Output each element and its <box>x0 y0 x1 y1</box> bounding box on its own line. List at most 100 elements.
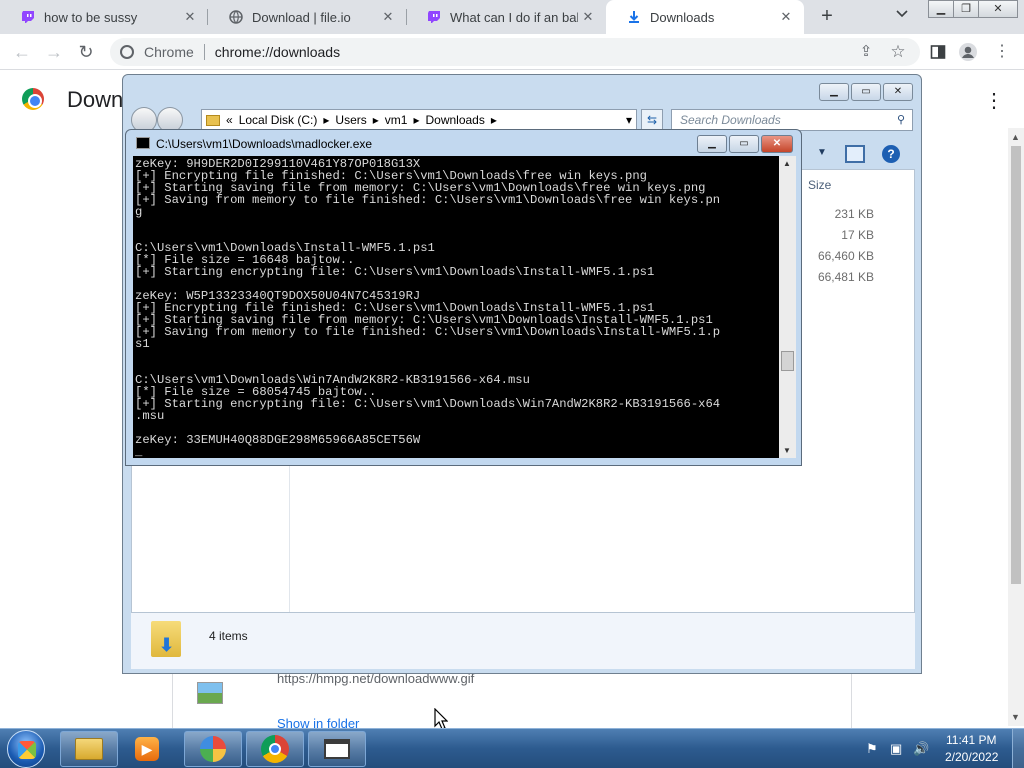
page-scrollbar[interactable]: ▲ ▼ <box>1008 128 1024 726</box>
close-window-icon[interactable]: ✕ <box>978 0 1018 18</box>
tab-how-to-be-sussy[interactable]: how to be sussy ✕ <box>0 0 208 34</box>
help-icon[interactable]: ? <box>882 145 900 163</box>
clock-date[interactable]: 2/20/2022 <box>945 750 998 764</box>
console-line: [+] Starting encrypting file: C:\Users\v… <box>135 265 655 279</box>
breadcrumb-item[interactable]: vm1 <box>385 113 408 127</box>
console-icon <box>136 137 150 149</box>
console-line: [+] Saving from memory to file finished:… <box>135 325 721 339</box>
twitch-icon <box>426 9 442 25</box>
scroll-thumb[interactable] <box>1011 146 1021 584</box>
taskbar: ▶ ⚑ ▣ 🔊 <box>0 728 1024 768</box>
overflow-chevron-icon[interactable]: « <box>226 113 233 127</box>
page-menu-icon[interactable]: ⋮ <box>984 88 1004 113</box>
view-dropdown-icon[interactable]: ▼ <box>817 147 827 158</box>
restore-icon[interactable]: ❐ <box>953 0 979 18</box>
media-player-icon: ▶ <box>135 737 159 761</box>
minimize-icon[interactable]: ▁ <box>928 0 954 18</box>
download-item-card <box>172 672 852 730</box>
tab-file-io[interactable]: Download | file.io ✕ <box>208 0 406 34</box>
network-icon[interactable]: ▣ <box>890 741 902 757</box>
scroll-up-icon[interactable]: ▲ <box>1011 132 1020 142</box>
scroll-thumb[interactable] <box>781 351 794 371</box>
maximize-icon[interactable]: ▭ <box>851 83 881 101</box>
share-icon[interactable]: ⇪ <box>856 42 876 62</box>
omnibox-url[interactable]: chrome://downloads <box>215 44 340 60</box>
back-icon[interactable]: ← <box>12 42 32 62</box>
column-header-size[interactable]: Size <box>808 178 831 192</box>
item-count: 4 items <box>209 629 248 643</box>
close-tab-icon[interactable]: ✕ <box>182 9 198 25</box>
console-line: zeKey: 33EMUH40Q88DGE298M65966A85CET56W <box>135 433 421 447</box>
scroll-down-icon[interactable]: ▼ <box>1011 712 1020 722</box>
bookmark-star-icon[interactable]: ☆ <box>888 42 908 62</box>
taskbar-chrome-button[interactable] <box>246 731 304 767</box>
address-dropdown-icon[interactable]: ▾ <box>626 113 632 127</box>
taskbar-paint-button[interactable] <box>184 731 242 767</box>
show-desktop-button[interactable] <box>1012 729 1024 768</box>
breadcrumb-arrow-icon[interactable]: ▸ <box>373 113 379 127</box>
menu-kebab-icon[interactable]: ⋮ <box>992 42 1012 62</box>
tab-strip: how to be sussy ✕ Download | file.io ✕ W… <box>0 0 1024 34</box>
console-line: .msu <box>135 409 165 423</box>
console-scrollbar[interactable]: ▲ ▼ <box>779 156 796 458</box>
side-panel-icon[interactable] <box>928 42 948 62</box>
console-window-controls: ▁ ▭ ✕ <box>697 135 793 153</box>
tab-downloads[interactable]: Downloads ✕ <box>606 0 804 34</box>
tab-search-chevron-icon[interactable] <box>896 7 908 21</box>
taskbar-media-player-button[interactable]: ▶ <box>122 731 172 767</box>
profile-avatar-icon[interactable] <box>958 42 978 62</box>
taskbar-console-button[interactable] <box>308 731 366 767</box>
image-file-icon <box>197 682 223 704</box>
breadcrumb-item[interactable]: Downloads <box>425 113 484 127</box>
forward-icon[interactable]: → <box>44 42 64 62</box>
volume-icon[interactable]: 🔊 <box>913 741 929 757</box>
close-icon[interactable]: ✕ <box>883 83 913 101</box>
console-line: g <box>135 205 143 219</box>
explorer-address-bar[interactable]: « Local Disk (C:) ▸ Users ▸ vm1 ▸ Downlo… <box>201 109 637 131</box>
console-line: s1 <box>135 337 150 351</box>
tab-twitch-baka[interactable]: What can I do if an baka ✕ <box>406 0 606 34</box>
preview-pane-icon[interactable] <box>845 145 865 163</box>
breadcrumb-arrow-icon[interactable]: ▸ <box>413 113 419 127</box>
breadcrumb-arrow-icon[interactable]: ▸ <box>323 113 329 127</box>
close-tab-icon[interactable]: ✕ <box>380 9 396 25</box>
address-bar[interactable]: Chrome chrome://downloads <box>110 38 920 66</box>
maximize-icon[interactable]: ▭ <box>729 135 759 153</box>
minimize-icon[interactable]: ▁ <box>697 135 727 153</box>
taskbar-explorer-button[interactable] <box>60 731 118 767</box>
console-line: [+] Starting encrypting file: C:\Users\v… <box>135 397 721 411</box>
scroll-down-icon[interactable]: ▼ <box>783 446 791 455</box>
close-tab-icon[interactable]: ✕ <box>778 9 794 25</box>
browser-toolbar: ← → ↻ Chrome chrome://downloads ⇪ ☆ ⋮ <box>0 34 1024 70</box>
start-button[interactable] <box>7 730 45 768</box>
breadcrumb-item[interactable]: Users <box>335 113 366 127</box>
console-icon <box>324 739 350 759</box>
explorer-details-pane: 4 items <box>131 613 915 669</box>
tab-title: how to be sussy <box>44 9 138 25</box>
close-icon[interactable]: ✕ <box>761 135 793 153</box>
new-tab-button[interactable]: + <box>816 5 838 27</box>
reload-icon[interactable]: ↻ <box>76 42 96 62</box>
folder-icon <box>206 114 220 126</box>
omnibox-separator <box>203 44 205 60</box>
console-line: [+] Saving from memory to file finished:… <box>135 193 721 207</box>
search-icon[interactable]: ⚲ <box>897 113 915 126</box>
tab-title: What can I do if an baka <box>450 9 578 25</box>
console-cursor: _ <box>135 445 143 458</box>
console-window: C:\Users\vm1\Downloads\madlocker.exe ▁ ▭… <box>125 129 802 466</box>
refresh-icon[interactable]: ⇆ <box>641 109 663 131</box>
downloads-folder-icon <box>151 621 181 657</box>
breadcrumb-item[interactable]: Local Disk (C:) <box>239 113 318 127</box>
explorer-search-input[interactable]: Search Downloads <box>671 109 913 131</box>
clock-time[interactable]: 11:41 PM <box>946 733 996 747</box>
explorer-window-controls: ▁ ▭ ✕ <box>819 83 913 101</box>
omnibox-chip: Chrome <box>144 44 194 60</box>
action-center-flag-icon[interactable]: ⚑ <box>866 741 878 757</box>
console-output[interactable]: zeKey: 9H9DER2D0I299110V461Y87OP018G13X … <box>133 156 779 458</box>
close-tab-icon[interactable]: ✕ <box>580 9 596 25</box>
minimize-icon[interactable]: ▁ <box>819 83 849 101</box>
breadcrumb-arrow-icon[interactable]: ▸ <box>491 113 497 127</box>
scroll-up-icon[interactable]: ▲ <box>783 159 791 168</box>
